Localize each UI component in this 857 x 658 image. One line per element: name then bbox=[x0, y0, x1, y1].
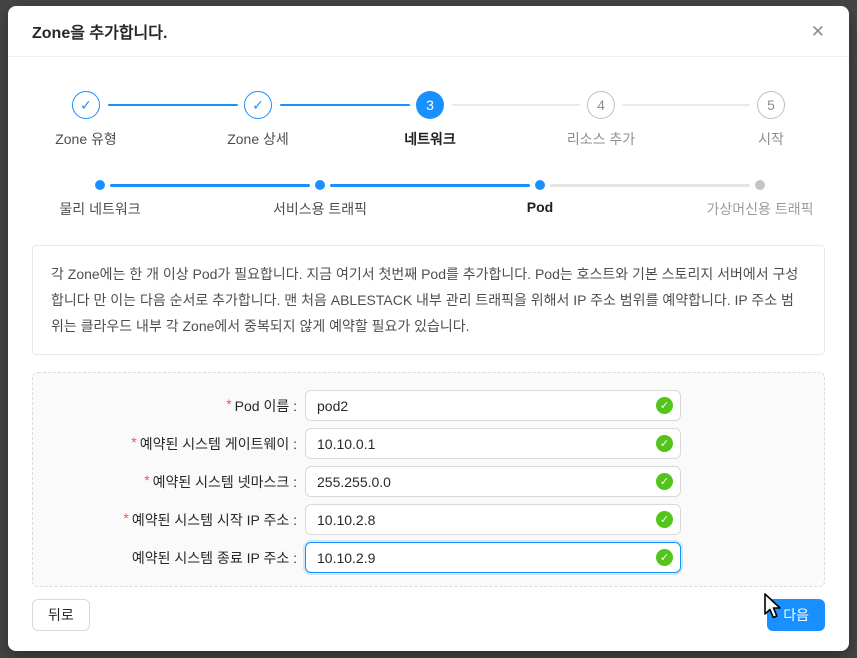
next-button[interactable]: 다음 bbox=[767, 599, 825, 631]
valid-check-icon: ✓ bbox=[656, 397, 673, 414]
step-label-network: 네트워크 bbox=[404, 129, 456, 149]
step-check-icon: ✓ bbox=[72, 91, 100, 119]
form-row-reserved-netmask: *예약된 시스템 넷마스크 : ✓ bbox=[33, 466, 824, 497]
valid-check-icon: ✓ bbox=[656, 473, 673, 490]
step-number: 4 bbox=[597, 97, 605, 113]
network-substeps: 물리 네트워크 서비스용 트래픽 Pod 가상머신용 트래픽 bbox=[32, 167, 825, 219]
step-number-icon: 4 bbox=[587, 91, 615, 119]
start-ip-input[interactable] bbox=[305, 504, 681, 535]
step-label-launch: 시작 bbox=[758, 129, 784, 149]
substep-label-physical-network: 물리 네트워크 bbox=[59, 199, 140, 219]
required-marker: * bbox=[123, 510, 128, 526]
step-label-add-resource: 리소스 추가 bbox=[567, 129, 635, 149]
substep-connector bbox=[550, 184, 750, 187]
step-check-icon: ✓ bbox=[244, 91, 272, 119]
step-number-icon: 3 bbox=[416, 91, 444, 119]
check-icon: ✓ bbox=[252, 97, 264, 114]
valid-check-icon: ✓ bbox=[656, 549, 673, 566]
reserved-gateway-input[interactable] bbox=[305, 428, 681, 459]
required-marker: * bbox=[131, 434, 136, 450]
input-wrap: ✓ bbox=[305, 390, 681, 421]
modal-header: Zone을 추가합니다. ✕ bbox=[8, 6, 849, 57]
form-row-pod-name: *Pod 이름 : ✓ bbox=[33, 390, 824, 421]
valid-check-icon: ✓ bbox=[656, 511, 673, 528]
input-wrap: ✓ bbox=[305, 504, 681, 535]
input-wrap: ✓ bbox=[305, 428, 681, 459]
field-label-text: Pod 이름 : bbox=[235, 398, 297, 414]
field-label-text: 예약된 시스템 게이트웨이 : bbox=[140, 436, 297, 452]
required-marker: * bbox=[144, 472, 149, 488]
step-number-icon: 5 bbox=[757, 91, 785, 119]
form-row-reserved-gateway: *예약된 시스템 게이트웨이 : ✓ bbox=[33, 428, 824, 459]
add-zone-modal: Zone을 추가합니다. ✕ ✓ ✓ 3 4 5 Zone 유형 Zone 상세… bbox=[8, 6, 849, 651]
substep-label-vm-traffic: 가상머신용 트래픽 bbox=[707, 199, 814, 219]
step-label-zone-type: Zone 유형 bbox=[55, 129, 117, 149]
pod-description: 각 Zone에는 한 개 이상 Pod가 필요합니다. 지금 여기서 첫번째 P… bbox=[32, 245, 825, 355]
back-button[interactable]: 뒤로 bbox=[32, 599, 90, 631]
substep-dot-vm-traffic bbox=[755, 180, 765, 190]
field-label-text: 예약된 시스템 넷마스크 : bbox=[153, 474, 297, 490]
valid-check-icon: ✓ bbox=[656, 435, 673, 452]
wizard-steps: ✓ ✓ 3 4 5 Zone 유형 Zone 상세 네트워크 리소스 추가 시작 bbox=[32, 91, 825, 147]
field-label: 예약된 시스템 종료 IP 주소 : bbox=[33, 548, 303, 568]
modal-body: ✓ ✓ 3 4 5 Zone 유형 Zone 상세 네트워크 리소스 추가 시작… bbox=[8, 91, 849, 587]
screen: { "colors": { "primary_blue": "#1890ff",… bbox=[0, 0, 857, 658]
required-marker: * bbox=[226, 396, 231, 412]
form-row-start-ip: *예약된 시스템 시작 IP 주소 : ✓ bbox=[33, 504, 824, 535]
step-connector bbox=[452, 104, 580, 106]
substep-label-pod: Pod bbox=[527, 199, 553, 215]
input-wrap: ✓ bbox=[305, 542, 681, 573]
pod-form: *Pod 이름 : ✓ *예약된 시스템 게이트웨이 : ✓ *예약된 시스템 … bbox=[32, 372, 825, 587]
field-label: *Pod 이름 : bbox=[33, 396, 303, 416]
substep-dot-physical-network bbox=[95, 180, 105, 190]
step-connector bbox=[280, 104, 410, 106]
input-wrap: ✓ bbox=[305, 466, 681, 497]
step-number: 3 bbox=[426, 97, 434, 113]
step-connector bbox=[622, 104, 750, 106]
modal-title: Zone을 추가합니다. bbox=[32, 19, 167, 43]
step-connector bbox=[108, 104, 238, 106]
substep-dot-service-traffic bbox=[315, 180, 325, 190]
end-ip-input[interactable] bbox=[305, 542, 681, 573]
reserved-netmask-input[interactable] bbox=[305, 466, 681, 497]
pod-name-input[interactable] bbox=[305, 390, 681, 421]
close-icon[interactable]: ✕ bbox=[811, 23, 825, 40]
step-number: 5 bbox=[767, 97, 775, 113]
field-label: *예약된 시스템 시작 IP 주소 : bbox=[33, 510, 303, 530]
substep-connector bbox=[110, 184, 310, 187]
field-label: *예약된 시스템 게이트웨이 : bbox=[33, 434, 303, 454]
check-icon: ✓ bbox=[80, 97, 92, 114]
field-label-text: 예약된 시스템 종료 IP 주소 : bbox=[132, 550, 297, 566]
step-label-zone-detail: Zone 상세 bbox=[227, 129, 289, 149]
substep-connector bbox=[330, 184, 530, 187]
substep-label-service-traffic: 서비스용 트래픽 bbox=[273, 199, 367, 219]
form-row-end-ip: 예약된 시스템 종료 IP 주소 : ✓ bbox=[33, 542, 824, 573]
field-label-text: 예약된 시스템 시작 IP 주소 : bbox=[132, 512, 297, 528]
modal-footer: 뒤로 다음 bbox=[8, 599, 849, 631]
substep-dot-pod bbox=[535, 180, 545, 190]
field-label: *예약된 시스템 넷마스크 : bbox=[33, 472, 303, 492]
